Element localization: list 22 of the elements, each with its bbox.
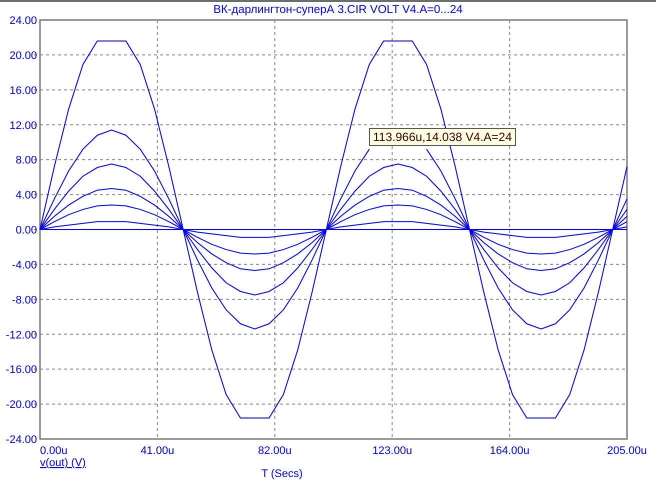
- axis-label: 12.00: [9, 120, 37, 132]
- axis-label: 0.00u: [40, 445, 68, 457]
- axis-label: -20.00: [6, 399, 37, 412]
- axis-label: -16.00: [6, 364, 37, 376]
- axis-label: 4.00: [16, 190, 37, 202]
- cursor-readout: 113.966u,14.038 V4.A=24: [369, 128, 516, 146]
- axis-label: -8.00: [12, 294, 37, 306]
- axis-label: 20.00: [9, 50, 37, 62]
- axis-label: 123.00u: [372, 445, 412, 457]
- axis-label: 164.00u: [490, 445, 530, 457]
- axis-label: 0.00: [16, 224, 37, 236]
- chart-title: ВК-дарлингтон-суперА 3.CIR VOLT V4.A=0...24: [213, 3, 463, 17]
- axis-label: 41.00u: [140, 445, 174, 457]
- axis-label: -24.00: [6, 434, 37, 446]
- axis-label: 16.00: [9, 84, 37, 97]
- axis-label: -12.00: [6, 329, 37, 342]
- axis-label: 82.00u: [258, 445, 292, 457]
- axis-label: 24.00: [9, 15, 37, 27]
- axis-label: 8.00: [16, 154, 37, 167]
- axis-label: -4.00: [12, 259, 37, 272]
- axis-label: 205.00u: [607, 445, 647, 457]
- x-axis-title: T (Secs): [261, 468, 303, 480]
